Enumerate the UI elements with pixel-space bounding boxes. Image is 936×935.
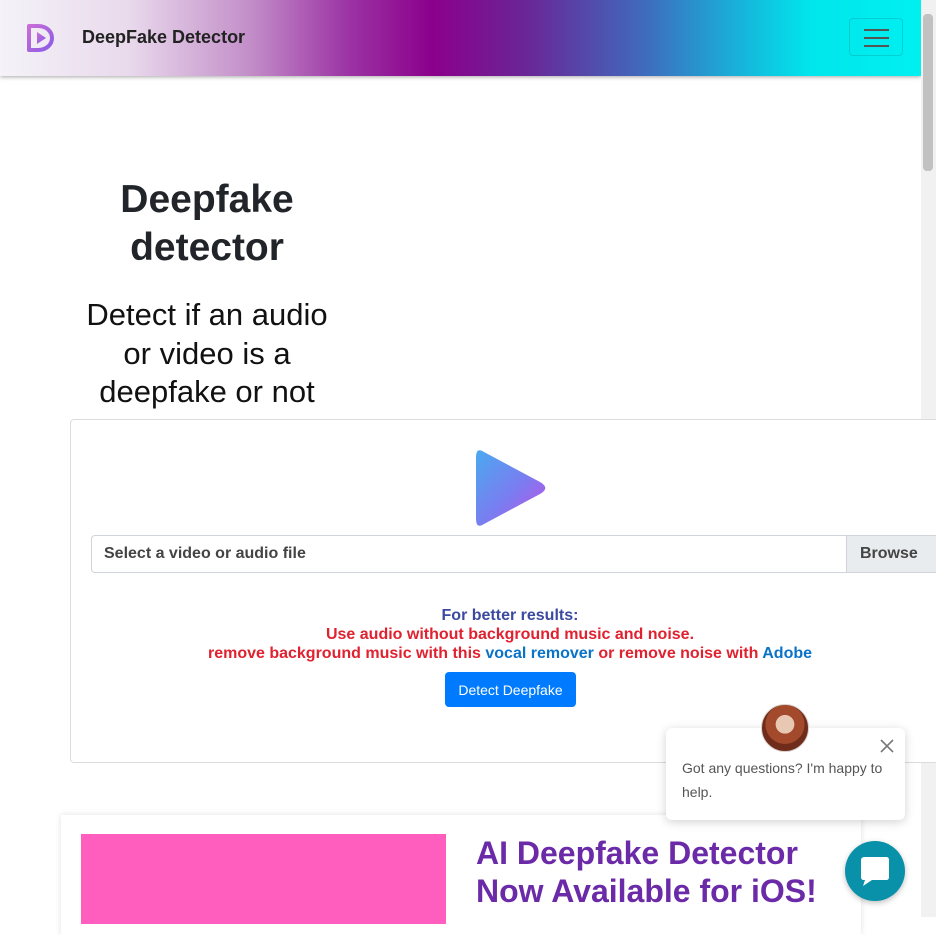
hamburger-menu-icon[interactable] xyxy=(849,18,903,56)
vocal-remover-link[interactable]: vocal remover xyxy=(485,645,594,662)
page-subtitle: Detect if an audio or video is a deepfak… xyxy=(86,297,328,409)
scrollbar-thumb[interactable] xyxy=(923,14,933,171)
promo-title: AI Deepfake Detector Now Available for i… xyxy=(476,835,817,909)
tips-heading: For better results: xyxy=(441,607,579,624)
adobe-link[interactable]: Adobe xyxy=(762,645,812,662)
chat-message: Got any questions? I'm happy to help. xyxy=(682,760,883,800)
chat-launcher-button[interactable] xyxy=(845,841,905,901)
detect-deepfake-button[interactable]: Detect Deepfake xyxy=(445,672,576,707)
play-icon xyxy=(476,450,546,526)
chat-bubble-icon xyxy=(861,857,889,886)
browse-button[interactable]: Browse xyxy=(846,536,936,572)
brand-name[interactable]: DeepFake Detector xyxy=(82,27,245,48)
tips-line-2: remove background music with this vocal … xyxy=(0,645,936,663)
deepfake-logo-icon[interactable] xyxy=(26,22,54,54)
tips-line-2-middle: or remove noise with xyxy=(598,645,759,662)
promo-image xyxy=(81,834,446,924)
tips-line-1: Use audio without background music and n… xyxy=(325,626,695,643)
close-icon[interactable] xyxy=(879,738,895,754)
tips-line-2-prefix: remove background music with this xyxy=(207,645,481,662)
file-input-label[interactable]: Select a video or audio file xyxy=(104,545,306,563)
page-title: Deepfake detector xyxy=(120,178,294,269)
chat-avatar xyxy=(761,704,809,752)
